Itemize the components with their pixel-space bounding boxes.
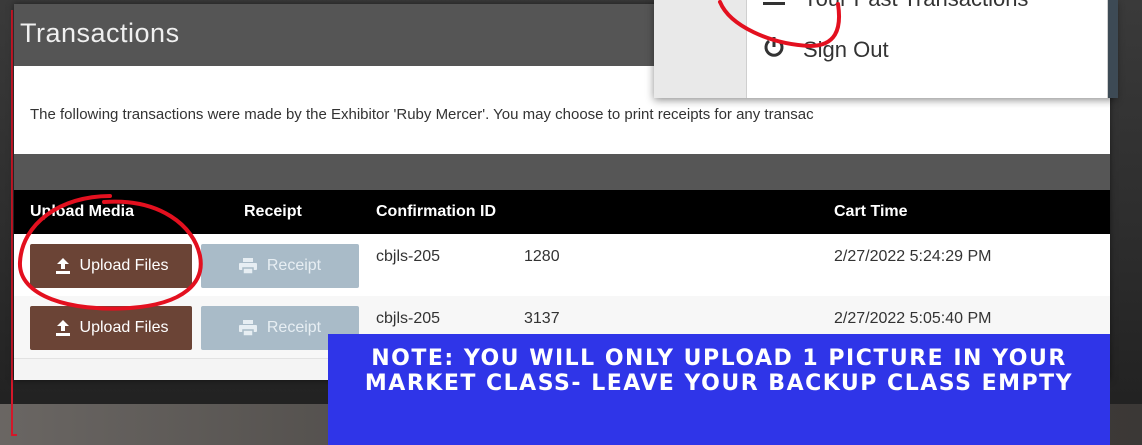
red-border-line bbox=[11, 10, 13, 436]
power-icon bbox=[763, 36, 785, 64]
red-border-line-corner bbox=[11, 434, 17, 436]
printer-icon bbox=[238, 258, 257, 274]
cart-time: 2/27/2022 5:24:29 PM bbox=[834, 248, 992, 265]
upload-icon bbox=[55, 258, 70, 274]
account-dropdown: Your Past Transactions Sign Out bbox=[654, 0, 1116, 98]
menu-item-sign-out[interactable]: Sign Out bbox=[763, 36, 889, 64]
upload-files-label: Upload Files bbox=[79, 257, 169, 274]
dropdown-edge bbox=[1108, 0, 1118, 98]
upload-files-button[interactable]: Upload Files bbox=[30, 244, 192, 288]
menu-item-past-transactions[interactable]: Your Past Transactions bbox=[763, 0, 1028, 12]
column-header-cart-time: Cart Time bbox=[834, 203, 908, 220]
upload-files-button[interactable]: Upload Files bbox=[30, 306, 192, 350]
section-divider bbox=[14, 154, 1110, 190]
upload-files-label: Upload Files bbox=[79, 319, 169, 336]
note-banner: Note: You will only upload 1 picture in … bbox=[328, 334, 1110, 445]
column-header-receipt: Receipt bbox=[244, 203, 302, 220]
menu-item-label: Sign Out bbox=[803, 37, 889, 62]
table-header: Upload Media Receipt Confirmation ID Car… bbox=[14, 190, 1110, 234]
upload-icon bbox=[55, 320, 70, 336]
receipt-button[interactable]: Receipt bbox=[201, 244, 359, 288]
menu-item-label: Your Past Transactions bbox=[803, 0, 1028, 12]
column-header-confirmation-id: Confirmation ID bbox=[376, 203, 496, 220]
page-title: Transactions bbox=[20, 18, 180, 48]
receipt-label: Receipt bbox=[266, 319, 322, 336]
confirmation-id-suffix: 1280 bbox=[524, 248, 560, 265]
printer-icon bbox=[238, 320, 257, 336]
dropdown-menu: Your Past Transactions Sign Out bbox=[746, 0, 1108, 98]
confirmation-id-prefix: cbjls-205 bbox=[376, 248, 441, 265]
hamburger-icon bbox=[763, 0, 785, 12]
cart-time: 2/27/2022 5:05:40 PM bbox=[834, 310, 992, 327]
receipt-label: Receipt bbox=[266, 257, 322, 274]
confirmation-id-suffix: 3137 bbox=[524, 310, 560, 327]
redaction-mask bbox=[452, 308, 526, 332]
column-header-upload-media: Upload Media bbox=[30, 203, 135, 220]
table-row: Upload Files Receipt cbjls-205 1280 2/27… bbox=[14, 234, 1110, 297]
confirmation-id-prefix: cbjls-205 bbox=[376, 310, 441, 327]
info-text: The following transactions were made by … bbox=[30, 106, 814, 123]
redaction-mask bbox=[452, 246, 526, 270]
